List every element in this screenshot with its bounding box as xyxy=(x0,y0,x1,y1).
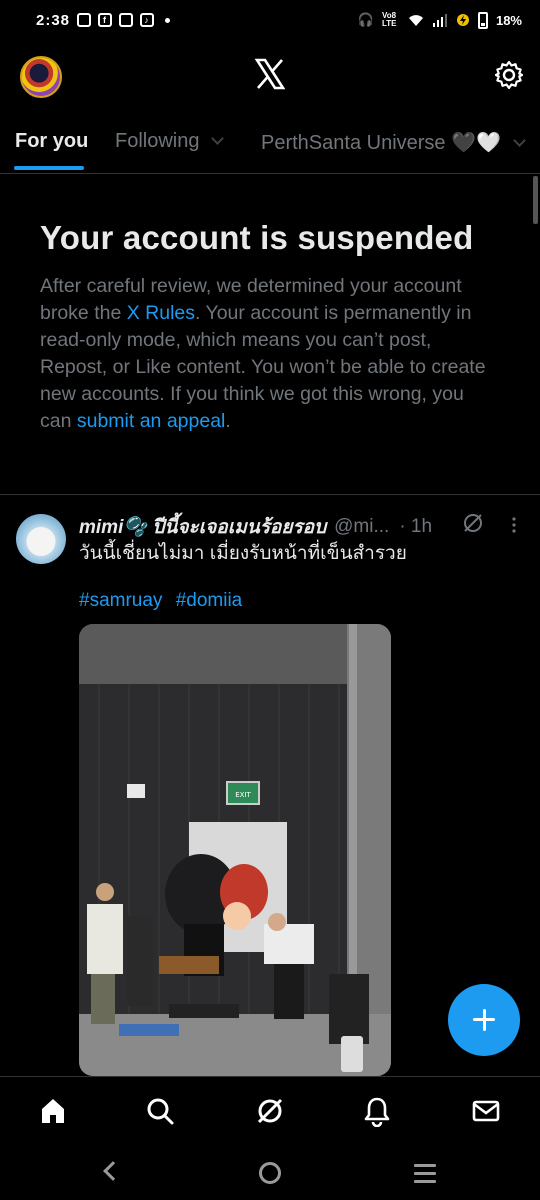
tab-following[interactable]: Following xyxy=(115,130,225,153)
system-recents-icon[interactable] xyxy=(414,1164,436,1183)
grok-icon[interactable] xyxy=(254,1095,286,1127)
instagram-icon xyxy=(77,13,92,27)
x-logo-icon[interactable] xyxy=(254,58,286,90)
notice-text: . xyxy=(225,410,231,432)
more-options-icon[interactable] xyxy=(506,516,522,534)
messages-envelope-icon[interactable] xyxy=(470,1095,502,1127)
timeline-tabs: For you Following PerthSanta Universe 🖤🤍 xyxy=(0,112,540,174)
instagram-icon xyxy=(119,13,134,27)
system-home-icon[interactable] xyxy=(259,1162,281,1184)
post-timestamp: · 1h xyxy=(399,516,433,537)
system-navigation-bar xyxy=(0,1148,540,1200)
author-avatar[interactable] xyxy=(16,514,66,564)
more-notifications-dot xyxy=(165,17,171,23)
settings-gear-icon[interactable] xyxy=(494,60,524,90)
tab-for-you[interactable]: For you xyxy=(15,130,88,153)
author-handle[interactable]: @mi... xyxy=(334,516,389,538)
exit-sign-text: EXIT xyxy=(235,791,251,799)
timeline-post[interactable]: mimi🫧 ปีนี้จะเจอเมนร้อยรอบ @mi... · 1h ว… xyxy=(0,496,540,1076)
grok-icon[interactable] xyxy=(462,512,484,534)
headphones-icon: 🎧 xyxy=(357,12,374,27)
network-label: Vo8 LTE xyxy=(381,11,397,28)
active-tab-indicator xyxy=(14,166,84,170)
event-photo: EXIT xyxy=(79,624,391,1076)
hashtag-link[interactable]: #samruay xyxy=(79,590,162,611)
post-text: วันนี้เชี่ยนไม่มา เมี่ยงรับหน้าที่เข็นสำ… xyxy=(79,543,407,564)
scrollbar[interactable] xyxy=(533,176,538,224)
x-rules-link[interactable]: X Rules xyxy=(127,302,195,324)
chevron-down-icon xyxy=(211,132,225,145)
profile-avatar[interactable] xyxy=(20,56,62,98)
post-media-image[interactable]: EXIT xyxy=(79,624,391,1076)
app-header xyxy=(0,40,540,112)
facebook-icon: f xyxy=(98,13,113,27)
bottom-navigation xyxy=(0,1076,540,1148)
status-bar: 2:38 f ♪ 🎧 Vo8 LTE 18% xyxy=(0,0,540,40)
submit-appeal-link[interactable]: submit an appeal xyxy=(77,410,226,432)
home-icon[interactable] xyxy=(37,1095,69,1127)
notice-title: Your account is suspended xyxy=(40,219,474,256)
suspension-notice: Your account is suspended After careful … xyxy=(0,175,540,495)
status-time: 2:38 xyxy=(36,11,71,29)
wifi-icon xyxy=(408,14,423,26)
battery-icon xyxy=(477,11,488,29)
signal-icon xyxy=(432,13,447,27)
notifications-bell-icon[interactable] xyxy=(361,1095,393,1127)
chevron-down-icon xyxy=(513,134,526,147)
search-icon[interactable] xyxy=(144,1095,176,1127)
tab-community[interactable]: PerthSanta Universe 🖤🤍 xyxy=(261,130,526,155)
compose-post-button[interactable] xyxy=(448,984,520,1056)
battery-percent: 18% xyxy=(495,12,522,28)
hashtag-link[interactable]: #domiia xyxy=(176,590,243,611)
system-back-icon[interactable] xyxy=(103,1161,123,1181)
tab-label: For you xyxy=(15,130,89,152)
status-left: 2:38 f ♪ xyxy=(36,11,171,29)
tab-label: Following xyxy=(115,130,200,152)
status-right: 🎧 Vo8 LTE 18% xyxy=(357,11,522,29)
notice-body: After careful review, we determined your… xyxy=(40,273,500,435)
post-hashtags: #samruay #domiia xyxy=(79,590,250,612)
tab-label: PerthSanta Universe 🖤🤍 xyxy=(261,132,501,154)
tiktok-icon: ♪ xyxy=(140,13,155,27)
battery-saver-icon xyxy=(456,14,469,26)
